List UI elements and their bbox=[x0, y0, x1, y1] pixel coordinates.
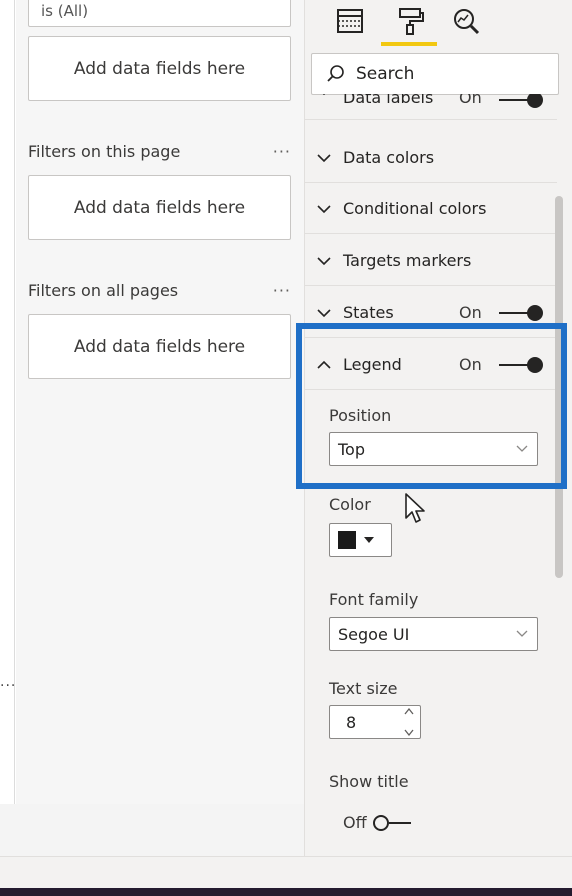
show-title-label: Show title bbox=[329, 772, 409, 791]
mouse-cursor-icon bbox=[405, 493, 425, 523]
toggle-knob bbox=[372, 814, 389, 831]
section-title: Filters on all pages bbox=[28, 281, 179, 300]
more-options-icon[interactable]: ··· bbox=[273, 142, 291, 161]
legend-toggle[interactable] bbox=[499, 356, 543, 373]
active-tab-indicator bbox=[381, 42, 437, 46]
font-family-dropdown[interactable]: Segoe UI bbox=[329, 617, 538, 651]
filter-card-value: is (All) bbox=[41, 1, 89, 20]
analytics-magnifier-icon[interactable] bbox=[449, 4, 483, 38]
search-placeholder: Search bbox=[356, 64, 415, 84]
chevron-down-icon bbox=[507, 445, 537, 453]
states-toggle[interactable] bbox=[499, 304, 543, 321]
drop-zone-label: Add data fields here bbox=[73, 197, 246, 218]
format-search-input[interactable]: Search bbox=[311, 53, 559, 95]
toggle-state: On bbox=[459, 94, 482, 107]
card-label: Conditional colors bbox=[343, 199, 487, 218]
toggle-state: On bbox=[459, 355, 482, 374]
toggle-state: On bbox=[459, 303, 482, 322]
card-label: Data labels bbox=[343, 94, 434, 107]
chevron-down-icon bbox=[305, 308, 343, 318]
chevron-down-icon[interactable] bbox=[404, 729, 414, 736]
chevron-down-icon bbox=[305, 153, 343, 163]
toggle-track bbox=[388, 821, 411, 824]
visualization-tool-tabs bbox=[305, 0, 572, 48]
stepper-arrows[interactable] bbox=[402, 708, 416, 736]
chevron-up-icon bbox=[305, 360, 343, 370]
font-family-value: Segoe UI bbox=[338, 624, 410, 644]
card-data-colors[interactable]: Data colors bbox=[305, 133, 557, 183]
chevron-down-icon bbox=[507, 630, 537, 638]
color-swatch bbox=[338, 531, 356, 549]
chevron-down-icon bbox=[305, 204, 343, 214]
position-value: Top bbox=[338, 439, 365, 459]
caret-down-icon bbox=[364, 537, 374, 543]
status-bar bbox=[0, 856, 572, 888]
chevron-up-icon[interactable] bbox=[404, 708, 414, 715]
app-root: ··· is (All) Add data fields here Filter… bbox=[0, 0, 572, 896]
position-label: Position bbox=[329, 406, 392, 425]
card-label: Targets markers bbox=[343, 251, 472, 270]
text-size-label: Text size bbox=[329, 679, 398, 698]
format-pane-scrollbar[interactable] bbox=[555, 196, 563, 578]
drop-zone-label: Add data fields here bbox=[73, 58, 246, 79]
text-size-stepper[interactable]: 8 bbox=[329, 705, 421, 739]
show-title-toggle[interactable]: Off bbox=[343, 813, 411, 832]
card-label: States bbox=[343, 303, 394, 322]
chevron-down-icon bbox=[305, 94, 343, 96]
filters-on-page-header: Filters on this page ··· bbox=[28, 142, 291, 161]
format-pane: Search Data labels On Data colors Condit… bbox=[304, 0, 572, 856]
toggle-state: Off bbox=[343, 813, 367, 832]
drop-zone-label: Add data fields here bbox=[73, 336, 246, 357]
card-targets-markers[interactable]: Targets markers bbox=[305, 236, 557, 286]
card-label: Data colors bbox=[343, 148, 435, 167]
position-dropdown[interactable]: Top bbox=[329, 432, 538, 466]
format-paint-roller-icon[interactable] bbox=[393, 4, 427, 38]
canvas-more-options-icon[interactable]: ··· bbox=[0, 678, 16, 694]
section-title: Filters on this page bbox=[28, 142, 181, 161]
os-taskbar bbox=[0, 888, 572, 896]
filter-card-existing[interactable]: is (All) bbox=[28, 0, 291, 27]
canvas-bottom-area bbox=[0, 804, 304, 856]
search-icon bbox=[327, 65, 344, 82]
filters-on-all-pages-header: Filters on all pages ··· bbox=[28, 281, 291, 300]
color-picker-button[interactable] bbox=[329, 523, 392, 557]
visual-filter-drop-zone[interactable]: Add data fields here bbox=[28, 36, 291, 101]
fields-tab-icon[interactable] bbox=[333, 4, 367, 38]
color-label: Color bbox=[329, 495, 371, 514]
page-filter-drop-zone[interactable]: Add data fields here bbox=[28, 175, 291, 240]
report-filter-drop-zone[interactable]: Add data fields here bbox=[28, 314, 291, 379]
chevron-down-icon bbox=[305, 256, 343, 266]
card-conditional-colors[interactable]: Conditional colors bbox=[305, 184, 557, 234]
font-family-label: Font family bbox=[329, 590, 419, 609]
card-states[interactable]: States On bbox=[305, 288, 557, 338]
text-size-value: 8 bbox=[346, 712, 357, 732]
card-label: Legend bbox=[343, 355, 402, 374]
more-options-icon[interactable]: ··· bbox=[273, 281, 291, 300]
card-legend[interactable]: Legend On bbox=[305, 340, 557, 390]
card-data-labels[interactable]: Data labels On bbox=[305, 94, 557, 120]
filters-pane: is (All) Add data fields here Filters on… bbox=[16, 0, 304, 804]
data-labels-toggle[interactable] bbox=[499, 94, 543, 108]
